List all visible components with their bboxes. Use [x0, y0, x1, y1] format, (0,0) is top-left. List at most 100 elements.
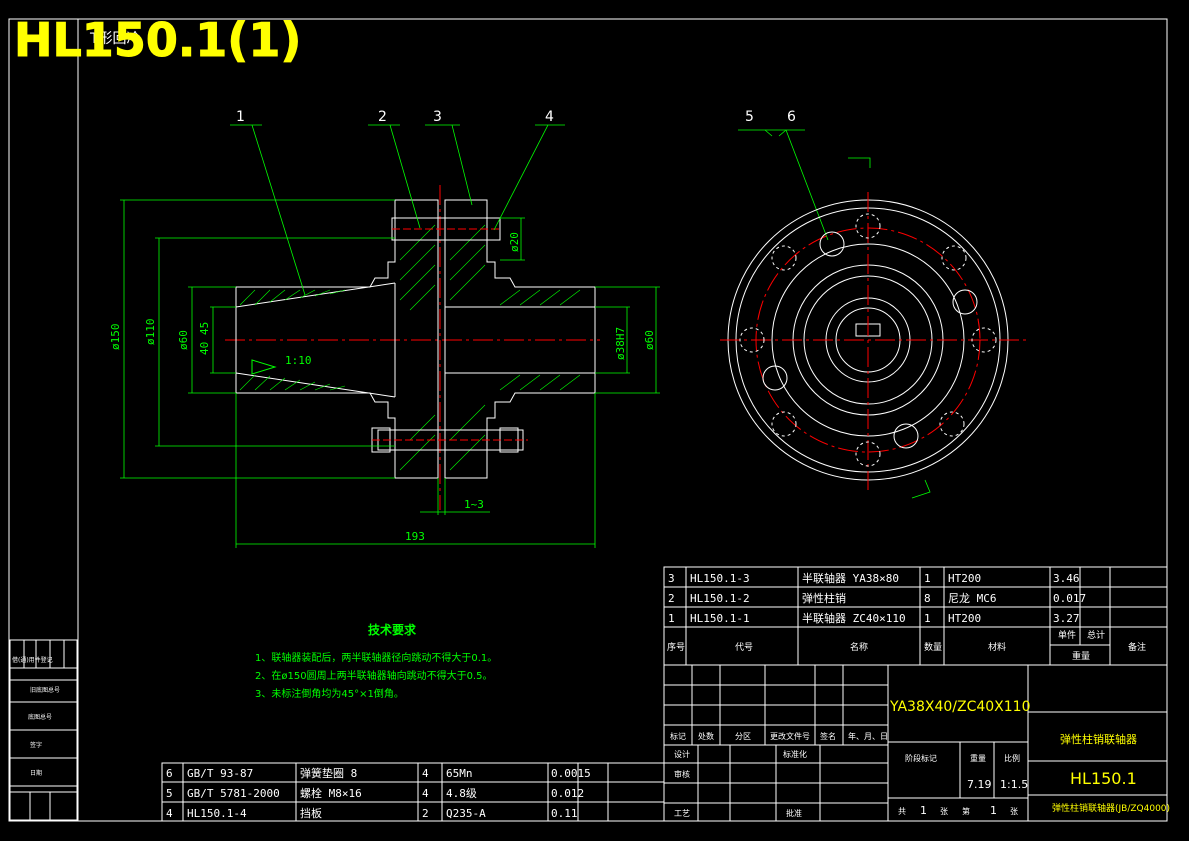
- dim-d110: ø110: [144, 319, 157, 346]
- bom-lower-qty: 4: [422, 787, 429, 800]
- bom-upper-name: 弹性柱销: [802, 591, 846, 605]
- tech-req-2: 2、在ø150圆周上两半联轴器轴向跳动不得大于0.5。: [255, 669, 492, 682]
- bom-lower-code: GB/T 93-87: [187, 767, 253, 780]
- dimension-lines: [120, 124, 931, 548]
- left-strip: [9, 639, 78, 821]
- left-strip-row-5: 日期: [30, 769, 42, 777]
- dim-length: 193: [405, 530, 425, 543]
- dim-d20: ø20: [508, 232, 521, 252]
- bom-lower-qty: 4: [422, 767, 429, 780]
- tb-weight: 7.19: [967, 778, 992, 791]
- tb-stage-mark: 阶段标记: [905, 753, 937, 763]
- bom-header-no: 序号: [667, 641, 685, 653]
- bom-upper-qty: 1: [924, 572, 931, 585]
- side-view: [720, 192, 1030, 490]
- cad-drawing: T形回冷 HL150.1(1) 借(通)用件登记 旧底图总号 底图总号 签字 日…: [8, 13, 1170, 822]
- tb-sheet-no-label: 第: [962, 806, 970, 816]
- balloon-5: 5: [745, 109, 754, 125]
- bom-lower-name: 弹簧垫圈 8: [300, 766, 357, 780]
- bom-lower-material: 65Mn: [446, 767, 473, 780]
- bom-upper-qty: 1: [924, 612, 931, 625]
- tech-req-1: 1、联轴器装配后，两半联轴器径向跳动不得大于0.1。: [255, 651, 497, 664]
- balloon-4: 4: [545, 109, 554, 125]
- bom-lower-code: GB/T 5781-2000: [187, 787, 280, 800]
- bom-header-weight: 重量: [1072, 650, 1090, 662]
- tb-review: 审核: [674, 769, 690, 779]
- bom-upper-material: HT200: [948, 572, 981, 585]
- section-view: [225, 185, 600, 510]
- bom-upper-code: HL150.1-2: [690, 592, 750, 605]
- bom-header-name: 名称: [850, 641, 868, 653]
- dim-taper: 1:10: [285, 354, 312, 367]
- bom-lower-name: 螺栓 M8×16: [300, 786, 362, 800]
- bom-upper-material: HT200: [948, 612, 981, 625]
- tb-standard: 弹性柱销联轴器(JB/ZQ4000): [1052, 802, 1170, 814]
- dim-d38h7: ø38H7: [614, 327, 627, 360]
- cad-drawing-canvas: { "colors": {"background": "#000000", "f…: [0, 0, 1189, 841]
- bom-upper-code: HL150.1-1: [690, 612, 750, 625]
- balloon-6: 6: [787, 109, 796, 125]
- tb-mark-3: 分区: [735, 732, 751, 741]
- main-title: HL150.1(1): [14, 13, 301, 67]
- tb-spec: YA38X40/ZC40X110: [889, 699, 1030, 715]
- bom-header-code: 代号: [735, 642, 753, 653]
- balloon-1: 1: [236, 109, 245, 125]
- tb-sheets: 1: [920, 804, 927, 817]
- tech-req-3: 3、未标注倒角均为45°×1倒角。: [255, 687, 404, 700]
- tb-sheet-label-2: 张: [1010, 807, 1018, 816]
- bom-lower-weight: 0.012: [551, 787, 584, 800]
- bom-header-total: 总计: [1087, 629, 1105, 641]
- bom-lower-material: 4.8级: [446, 787, 477, 800]
- tb-sheet-no: 1: [990, 804, 997, 817]
- tech-req-title: 技术要求: [368, 622, 417, 637]
- tb-weight-label: 重量: [970, 753, 986, 763]
- left-strip-row-3: 底图总号: [28, 713, 52, 721]
- tb-standardize: 标准化: [783, 749, 807, 759]
- tb-mark-5: 签名: [820, 731, 836, 741]
- tb-scale-label: 比例: [1004, 753, 1020, 763]
- bom-upper-no: 3: [668, 572, 675, 585]
- bom-upper-material: 尼龙 MC6: [948, 592, 997, 605]
- bom-lower-qty: 2: [422, 807, 429, 820]
- bom-header-qty: 数量: [924, 641, 942, 653]
- dim-gap: 1~3: [464, 498, 484, 511]
- bom-lower-code: HL150.1-4: [187, 807, 247, 820]
- dim-d40: 40: [198, 342, 211, 355]
- left-strip-row-2: 旧底图总号: [30, 686, 60, 694]
- bom-header-remark: 备注: [1128, 641, 1146, 653]
- bom-upper-no: 1: [668, 612, 675, 625]
- dim-d60-right: ø60: [643, 330, 656, 350]
- tb-sheet-total-label: 共: [898, 807, 906, 816]
- bom-lower-weight: 0.0015: [551, 767, 591, 780]
- bom-upper-weight: 3.27: [1053, 612, 1080, 625]
- balloon-2: 2: [378, 109, 387, 125]
- bom-upper-no: 2: [668, 592, 675, 605]
- bom-lower-weight: 0.11: [551, 807, 578, 820]
- tb-mark-2: 处数: [698, 731, 714, 741]
- balloon-3: 3: [433, 109, 442, 125]
- dim-d45: 45: [198, 322, 211, 335]
- bom-lower-material: Q235-A: [446, 807, 486, 820]
- bom-upper-name: 半联轴器 YA38×80: [802, 571, 899, 585]
- tb-product-name: 弹性柱销联轴器: [1060, 732, 1137, 746]
- left-strip-row-1: 借(通)用件登记: [12, 656, 53, 664]
- bom-lower-name: 挡板: [300, 806, 322, 820]
- tb-drawing-no: HL150.1: [1070, 769, 1137, 788]
- bom-lower-no: 5: [166, 787, 173, 800]
- left-strip-row-4: 签字: [30, 741, 42, 749]
- tb-scale: 1:1.5: [1000, 778, 1028, 791]
- bom-upper-weight: 3.46: [1053, 572, 1080, 585]
- tb-process: 工艺: [674, 809, 690, 818]
- dim-d150: ø150: [109, 324, 122, 351]
- bom-lower-no: 4: [166, 807, 173, 820]
- bom-header-material: 材料: [988, 641, 1006, 653]
- bom-lower-no: 6: [166, 767, 173, 780]
- tb-design: 设计: [674, 749, 690, 759]
- tb-approve: 批准: [786, 808, 802, 818]
- tb-mark-4: 更改文件号: [770, 731, 810, 741]
- tb-mark-1: 标记: [670, 731, 686, 741]
- bom-header-unit: 单件: [1058, 629, 1076, 641]
- tb-sheet-label: 张: [940, 807, 948, 816]
- bom-upper-name: 半联轴器 ZC40×110: [802, 611, 906, 625]
- bom-upper-code: HL150.1-3: [690, 572, 750, 585]
